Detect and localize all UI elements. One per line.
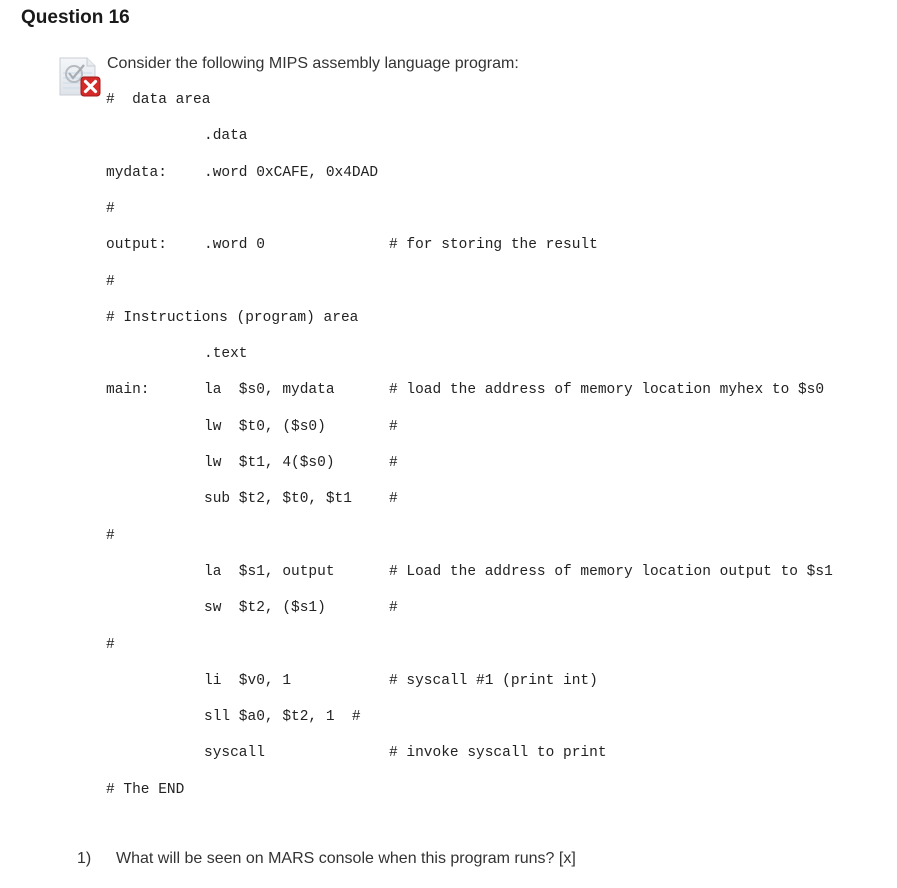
code-comment: #: [389, 491, 398, 508]
code-comment: # Load the address of memory location ou…: [389, 563, 833, 580]
code-instruction: sub $t2, $t0, $t1: [204, 491, 352, 508]
code-line: # The END: [0, 780, 897, 800]
code-instruction: syscall: [204, 745, 265, 762]
code-line: li $v0, 1 # syscall #1 (print int): [0, 671, 897, 691]
code-line: .data: [0, 126, 897, 146]
code-instruction: sll $a0, $t2, 1 #: [204, 709, 361, 726]
code-comment: #: [389, 455, 398, 471]
code-instruction: sw $t2, ($s1): [204, 600, 326, 617]
code-label: output:: [106, 237, 167, 254]
code-line: mydata: .word 0xCAFE, 0x4DAD: [0, 163, 897, 183]
code-comment: #: [389, 600, 398, 617]
code-instruction: .word 0: [204, 237, 265, 254]
code-label: #: [106, 527, 115, 544]
code-comment: # Instructions (program) area: [106, 309, 359, 326]
code-line: sll $a0, $t2, 1 #: [0, 707, 897, 727]
code-line: sw $t2, ($s1) #: [0, 598, 897, 618]
code-line: main: la $s0, mydata # load the address of…: [0, 380, 897, 400]
code-line: lw $t1, 4($s0) #: [0, 453, 897, 473]
code-instruction: lw $t0, ($s0): [204, 418, 326, 435]
code-instruction: la $s0, mydata: [204, 382, 335, 399]
code-instruction: la $s1, output: [204, 563, 335, 580]
code-line: #: [0, 635, 897, 655]
code-comment: # for storing the result: [389, 237, 598, 254]
code-line: #: [0, 272, 897, 292]
code-line: output: .word 0 # for storing the result: [0, 235, 897, 255]
code-comment: # data area: [106, 92, 211, 108]
code-line: syscall # invoke syscall to print: [0, 743, 897, 763]
code-instruction: .word 0xCAFE, 0x4DAD: [204, 164, 379, 181]
code-label: #: [106, 200, 115, 217]
code-line: # Instructions (program) area: [0, 308, 897, 328]
code-line: #: [0, 199, 897, 219]
code-label: #: [106, 636, 115, 653]
code-line: #: [0, 526, 897, 546]
code-comment: # The END: [106, 781, 185, 798]
code-line: lw $t0, ($s0) #: [0, 417, 897, 437]
code-comment: # invoke syscall to print: [389, 745, 607, 762]
code-comment: # syscall #1 (print int): [389, 672, 598, 689]
code-comment: # load the address of memory location my…: [389, 382, 825, 399]
question-title: Question 16: [21, 7, 130, 28]
code-label: #: [106, 273, 115, 290]
code-instruction: li $v0, 1: [204, 672, 292, 689]
code-instruction: lw $t1, 4($s0): [204, 455, 335, 471]
code-line: sub $t2, $t0, $t1 #: [0, 489, 897, 509]
sub-question-text: What will be seen on MARS console when t…: [116, 850, 576, 867]
code-line: .text: [0, 344, 897, 364]
code-label: main:: [106, 382, 150, 399]
code-instruction: .data: [204, 128, 248, 145]
code-line: # data area: [0, 90, 897, 110]
code-instruction: .text: [204, 346, 248, 363]
code-comment: #: [389, 418, 398, 435]
question-intro: Consider the following MIPS assembly lan…: [107, 55, 519, 72]
sub-question-number: 1): [77, 850, 92, 867]
code-line: la $s1, output # Load the address of memo…: [0, 562, 897, 582]
code-label: mydata:: [106, 164, 167, 181]
